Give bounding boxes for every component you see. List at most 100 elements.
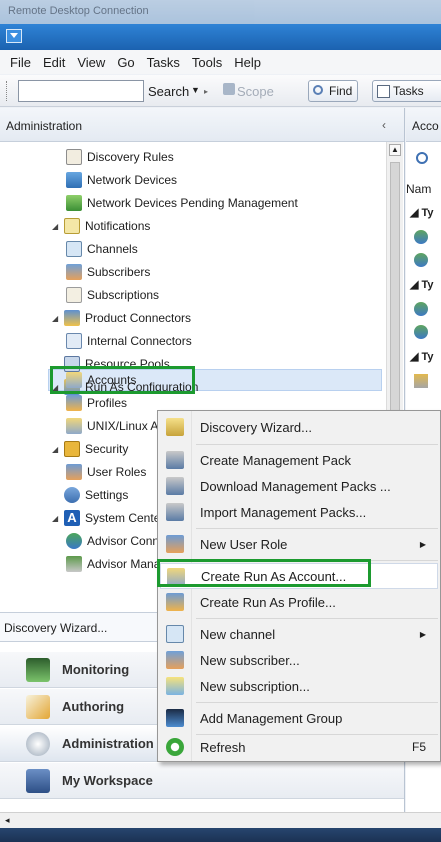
tree-item-notifications[interactable]: ◢ Notifications [52, 215, 150, 237]
tree-item-security[interactable]: ◢ Security [52, 438, 128, 460]
account-row-icon[interactable] [414, 230, 428, 244]
taskbar [0, 828, 441, 842]
profiles-icon [66, 395, 82, 411]
results-search-icon[interactable] [416, 152, 428, 164]
tree-label: Channels [87, 242, 138, 256]
menu-item-label: Create Management Pack [200, 452, 352, 468]
tree-item-advisor-managed[interactable]: Advisor Mana [66, 553, 160, 575]
account-row-icon[interactable] [414, 374, 428, 388]
run-as-account-icon [167, 568, 185, 586]
expanded-arrow-icon[interactable]: ◢ [52, 383, 62, 392]
wunderbar-label: Administration [62, 736, 154, 751]
scroll-up-icon[interactable]: ▲ [389, 144, 401, 156]
group-header-label: Ty [421, 351, 434, 363]
tree-item-settings[interactable]: Settings [52, 484, 128, 506]
run-as-profile-icon [166, 593, 184, 611]
menu-tools[interactable]: Tools [186, 55, 228, 70]
tree-item-network-devices[interactable]: Network Devices [66, 169, 177, 191]
tasks-label: Tasks [393, 84, 424, 98]
tree-label: Network Devices Pending Management [87, 196, 298, 210]
tree-item-network-devices-pending[interactable]: Network Devices Pending Management [66, 192, 298, 214]
tree-item-accounts[interactable]: Accounts [66, 369, 136, 391]
tree-item-channels[interactable]: Channels [66, 238, 138, 260]
account-row-icon[interactable] [414, 325, 428, 339]
menu-item-add-management-group[interactable]: Add Management Group [160, 705, 438, 731]
results-pane-header: Acco [406, 108, 441, 142]
find-button[interactable]: Find [308, 80, 359, 102]
horizontal-scrollbar[interactable]: ◂ [0, 812, 441, 828]
menu-go[interactable]: Go [111, 55, 140, 70]
menu-item-new-user-role[interactable]: New User Role ▶ [160, 531, 438, 557]
menu-bar: File Edit View Go Tasks Tools Help [0, 50, 441, 74]
refresh-shortcut: F5 [411, 740, 426, 754]
window-titlebar: Remote Desktop Connection [0, 0, 441, 24]
scope-button[interactable]: Scope [223, 83, 274, 99]
user-roles-icon [66, 464, 82, 480]
menu-file[interactable]: File [4, 55, 37, 70]
submenu-arrow-icon: ▶ [419, 539, 426, 549]
navigation-pane-header: Administration ‹ [0, 108, 404, 142]
tree-item-discovery-rules[interactable]: Discovery Rules [66, 146, 174, 168]
menu-item-create-run-as-profile[interactable]: Create Run As Profile... [160, 589, 438, 615]
search-chevron-down-icon[interactable]: ▼ [191, 85, 200, 95]
subscriber-icon [166, 651, 184, 669]
menu-tasks[interactable]: Tasks [141, 55, 186, 70]
menu-separator [196, 702, 438, 703]
menu-item-discovery-wizard[interactable]: Discovery Wizard... [160, 414, 438, 440]
account-row-icon[interactable] [414, 253, 428, 267]
expanded-arrow-icon[interactable]: ◢ [52, 222, 62, 231]
expanded-arrow-icon[interactable]: ◢ [52, 445, 62, 454]
menu-item-new-channel[interactable]: New channel ▶ [160, 621, 438, 647]
submenu-arrow-icon: ▶ [419, 629, 426, 639]
group-header[interactable]: ◢ Ty [410, 206, 434, 219]
notifications-envelope-icon [64, 218, 80, 234]
tree-label: Accounts [87, 373, 137, 387]
context-menu: Discovery Wizard... Create Management Pa… [157, 410, 441, 762]
tree-label: Internal Connectors [87, 334, 192, 348]
menu-item-create-run-as-account[interactable]: Create Run As Account... [160, 563, 438, 589]
pane-title: Administration [6, 119, 83, 133]
discovery-rules-icon [66, 149, 82, 165]
expanded-arrow-icon[interactable]: ◢ [52, 514, 62, 523]
search-input[interactable] [18, 80, 144, 102]
menu-view[interactable]: View [71, 55, 111, 70]
tree-label: Subscriptions [87, 288, 160, 302]
tree-item-product-connectors[interactable]: ◢ Product Connectors [52, 307, 191, 329]
tasks-button[interactable]: Tasks [372, 80, 441, 102]
tree-item-subscriptions[interactable]: Subscriptions [66, 284, 159, 306]
advisor-connection-icon [66, 533, 82, 549]
tree-label: Notifications [85, 219, 151, 233]
subscriptions-icon [66, 287, 82, 303]
tree-item-subscribers[interactable]: Subscribers [66, 261, 150, 283]
toolbar-overflow-icon[interactable]: ▸ [204, 87, 208, 96]
menu-item-import-management-packs[interactable]: Import Management Packs... [160, 499, 438, 525]
internal-connectors-icon [66, 333, 82, 349]
account-row-icon[interactable] [414, 302, 428, 316]
menu-help[interactable]: Help [228, 55, 267, 70]
scroll-left-icon[interactable]: ◂ [5, 815, 10, 826]
group-header[interactable]: ◢ Ty [410, 350, 434, 363]
menu-item-create-management-pack[interactable]: Create Management Pack [160, 447, 438, 473]
tree-item-user-roles[interactable]: User Roles [66, 461, 146, 483]
expanded-arrow-icon[interactable]: ◢ [52, 314, 62, 323]
menu-item-new-subscription[interactable]: New subscription... [160, 673, 438, 699]
menu-item-download-management-packs[interactable]: Download Management Packs ... [160, 473, 438, 499]
menu-edit[interactable]: Edit [37, 55, 71, 70]
name-column-header[interactable]: Nam [406, 182, 431, 196]
system-menu-icon[interactable] [6, 29, 22, 43]
menu-item-refresh[interactable]: Refresh F5 [160, 734, 438, 760]
console-system-bar [0, 24, 441, 50]
find-label: Find [329, 84, 353, 98]
tree-item-profiles[interactable]: Profiles [66, 392, 127, 414]
search-dropdown[interactable]: Search [148, 84, 189, 99]
tree-item-unix-linux-accounts[interactable]: UNIX/Linux Ac [66, 415, 164, 437]
group-header[interactable]: ◢ Ty [410, 278, 434, 291]
tree-label: UNIX/Linux Ac [87, 419, 165, 433]
tree-item-internal-connectors[interactable]: Internal Connectors [66, 330, 192, 352]
collapse-pane-icon[interactable]: ‹ [382, 118, 386, 132]
channel-icon [166, 625, 184, 643]
wunderbar-my-workspace[interactable]: My Workspace [0, 763, 404, 799]
subscription-icon [166, 677, 184, 695]
menu-item-new-subscriber[interactable]: New subscriber... [160, 647, 438, 673]
tree-item-advisor-connection[interactable]: Advisor Conn [66, 530, 159, 552]
